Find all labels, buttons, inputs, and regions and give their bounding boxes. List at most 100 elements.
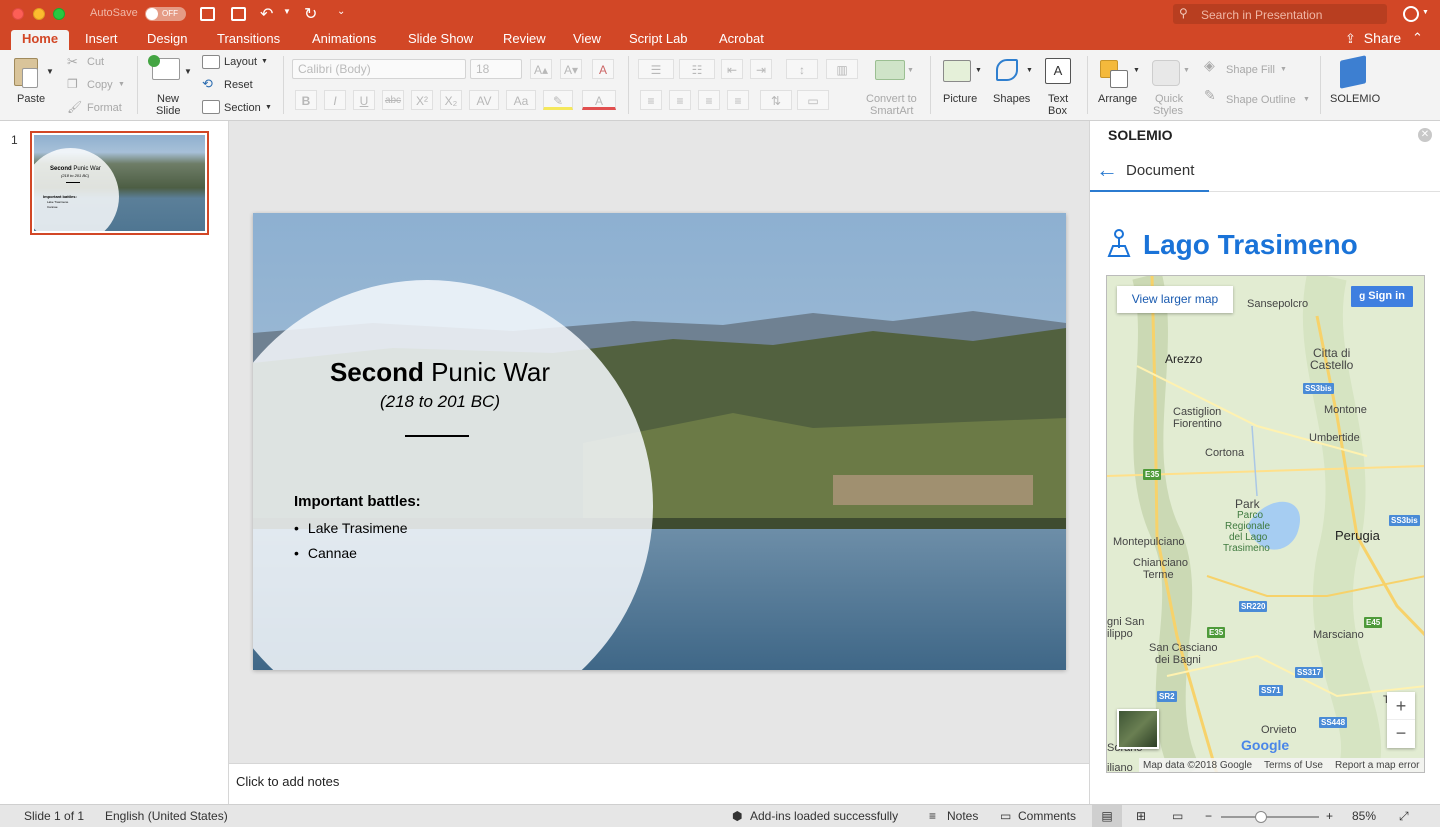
tab-review[interactable]: Review (495, 30, 554, 50)
solemio-addin-label[interactable]: SOLEMIO (1330, 93, 1380, 105)
autosave-toggle[interactable]: OFF (145, 7, 186, 21)
quick-styles-label-1[interactable]: Quick (1155, 93, 1183, 105)
justify-button[interactable]: ≡ (727, 90, 749, 110)
slide-title[interactable]: Second Punic War (253, 357, 627, 388)
quick-styles-icon[interactable] (1152, 60, 1180, 86)
clear-formatting-button[interactable]: A (592, 59, 614, 79)
character-spacing-button[interactable]: AV (469, 90, 499, 110)
section-button[interactable]: Section (224, 102, 261, 114)
shape-fill-button[interactable]: Shape Fill (1226, 64, 1275, 76)
battle-item[interactable]: • Lake Trasimene (294, 520, 408, 536)
battle-item[interactable]: • Cannae (294, 545, 357, 561)
text-box-label-1[interactable]: Text (1048, 93, 1068, 105)
quick-styles-dropdown-icon[interactable]: ▼ (1183, 67, 1190, 74)
satellite-toggle-thumbnail[interactable] (1117, 709, 1159, 749)
tab-insert[interactable]: Insert (77, 30, 126, 50)
zoom-in-button[interactable]: + (1326, 809, 1333, 823)
slide-sorter-view-button[interactable]: ⊞ (1136, 809, 1146, 823)
redo-icon[interactable]: ↻ (304, 4, 317, 24)
shape-outline-dropdown-icon[interactable]: ▼ (1303, 96, 1310, 103)
cut-button[interactable]: Cut (87, 56, 104, 68)
tab-view[interactable]: View (565, 30, 609, 50)
minimize-window-button[interactable] (33, 8, 45, 20)
tab-transitions[interactable]: Transitions (209, 30, 288, 50)
zoom-slider-knob[interactable] (1255, 811, 1268, 823)
align-right-button[interactable]: ≡ (698, 90, 720, 110)
paste-dropdown-icon[interactable]: ▼ (46, 67, 54, 76)
paste-label[interactable]: Paste (17, 93, 45, 105)
layout-button[interactable]: Layout (224, 56, 257, 68)
copy-button[interactable]: Copy (87, 79, 113, 91)
zoom-window-button[interactable] (53, 8, 65, 20)
map-sign-in-button[interactable]: g Sign in (1351, 286, 1413, 307)
tab-design[interactable]: Design (139, 30, 195, 50)
notes-toggle[interactable]: Notes (947, 809, 978, 823)
new-slide-label-2[interactable]: Slide (156, 105, 180, 117)
text-box-icon[interactable]: A (1045, 58, 1071, 84)
font-size-field[interactable]: 18 (470, 59, 522, 79)
align-text-button[interactable]: ▭ (797, 90, 829, 110)
map-zoom-out-button[interactable]: − (1387, 720, 1415, 748)
italic-button[interactable]: I (324, 90, 346, 110)
copy-dropdown-icon[interactable]: ▼ (118, 81, 125, 88)
superscript-button[interactable]: X² (411, 90, 433, 110)
columns-button[interactable]: ▥ (826, 59, 858, 79)
tab-animations[interactable]: Animations (304, 30, 384, 50)
customize-toolbar-icon[interactable]: ⌄ (337, 6, 345, 17)
fit-to-window-button[interactable]: ⤢ (1399, 809, 1409, 824)
tab-home[interactable]: Home (11, 30, 69, 50)
language-indicator[interactable]: English (United States) (105, 809, 228, 823)
format-painter-button[interactable]: Format (87, 102, 122, 114)
shape-outline-button[interactable]: Shape Outline (1226, 94, 1296, 106)
comments-toggle[interactable]: Comments (1018, 809, 1076, 823)
presenter-view-button[interactable]: ▭ (1172, 809, 1183, 823)
map-report-link[interactable]: Report a map error (1335, 760, 1419, 771)
underline-button[interactable]: U (353, 90, 375, 110)
map[interactable]: View larger map g Sign in Sansepolcro Ar… (1106, 275, 1425, 773)
undo-icon[interactable]: ↶ (260, 4, 273, 24)
section-dropdown-icon[interactable]: ▼ (265, 104, 272, 111)
solemio-addin-icon[interactable] (1340, 55, 1366, 89)
arrange-label[interactable]: Arrange (1098, 93, 1137, 105)
notes-field[interactable]: Click to add notes (229, 763, 1089, 804)
tab-script-lab[interactable]: Script Lab (621, 30, 696, 50)
strikethrough-button[interactable]: abc (382, 90, 404, 110)
subscript-button[interactable]: X₂ (440, 90, 462, 110)
align-center-button[interactable]: ≡ (669, 90, 691, 110)
convert-smartart-label-1[interactable]: Convert to (866, 93, 917, 105)
reset-button[interactable]: Reset (224, 79, 253, 91)
shapes-icon[interactable] (996, 59, 1018, 81)
collapse-ribbon-icon[interactable]: ⌃ (1412, 30, 1423, 46)
close-taskpane-icon[interactable]: ✕ (1418, 128, 1432, 142)
arrange-dropdown-icon[interactable]: ▼ (1133, 67, 1140, 74)
share-button[interactable]: ⇪ Share (1345, 30, 1401, 48)
increase-indent-button[interactable]: ⇥ (750, 59, 772, 79)
text-box-label-2[interactable]: Box (1048, 105, 1067, 117)
back-navigation[interactable]: ← Document (1090, 151, 1440, 192)
account-icon[interactable] (1403, 6, 1419, 22)
new-slide-dropdown-icon[interactable]: ▼ (184, 67, 192, 76)
quick-styles-label-2[interactable]: Styles (1153, 105, 1183, 117)
change-case-button[interactable]: Aa (506, 90, 536, 110)
battles-heading[interactable]: Important battles: (294, 493, 421, 510)
tab-slide-show[interactable]: Slide Show (400, 30, 481, 50)
slide[interactable]: Second Punic War (218 to 201 BC) Importa… (253, 213, 1066, 670)
bold-button[interactable]: B (295, 90, 317, 110)
increase-font-size-button[interactable]: A▴ (530, 59, 552, 79)
tab-acrobat[interactable]: Acrobat (711, 30, 772, 50)
smartart-icon[interactable] (875, 60, 905, 80)
account-dropdown-icon[interactable]: ▼ (1422, 9, 1429, 16)
decrease-font-size-button[interactable]: A▾ (560, 59, 582, 79)
convert-smartart-label-2[interactable]: SmartArt (870, 105, 913, 117)
font-color-button[interactable]: A (582, 90, 616, 110)
picture-icon[interactable] (943, 60, 971, 82)
shape-fill-dropdown-icon[interactable]: ▼ (1280, 66, 1287, 73)
comments-icon[interactable]: ▭ (1000, 809, 1011, 823)
bullets-button[interactable]: ☰ (638, 59, 674, 79)
highlight-color-button[interactable]: ✎ (543, 90, 573, 110)
search-box[interactable]: ⚲ Search in Presentation (1173, 4, 1387, 24)
zoom-level[interactable]: 85% (1352, 809, 1376, 823)
map-zoom-in-button[interactable]: + (1387, 692, 1415, 720)
shapes-dropdown-icon[interactable]: ▼ (1026, 67, 1033, 74)
line-spacing-button[interactable]: ↕ (786, 59, 818, 79)
